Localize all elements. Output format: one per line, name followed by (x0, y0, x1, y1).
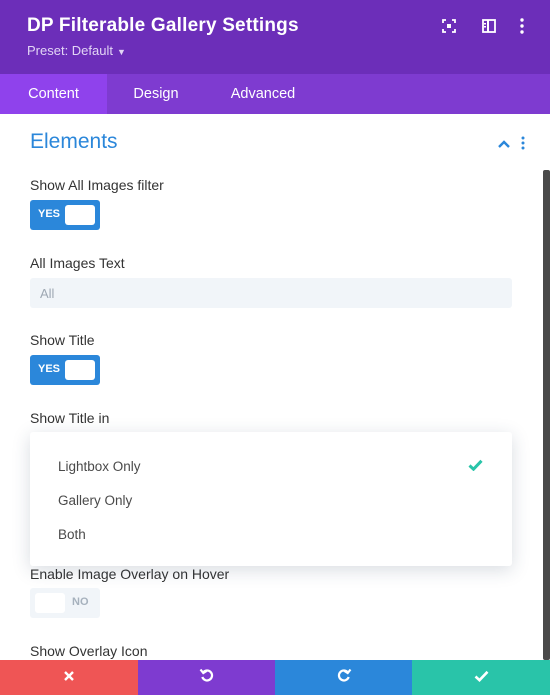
section-title[interactable]: Elements (30, 130, 118, 154)
settings-content[interactable]: Elements Show All Images filter YES All … (0, 114, 550, 660)
all-images-text-label: All Images Text (30, 255, 125, 271)
close-icon (63, 669, 75, 687)
preset-selector[interactable]: Preset: Default ▼ (27, 43, 126, 58)
toggle-knob (35, 593, 65, 613)
toggle-state-text: YES (38, 208, 61, 220)
discard-button[interactable] (0, 660, 138, 695)
show-all-images-label: Show All Images filter (30, 177, 164, 193)
toggle-knob (65, 205, 95, 225)
show-title-toggle[interactable]: YES (30, 355, 100, 385)
sidebar-toggle-icon[interactable] (480, 17, 498, 35)
section-options-icon[interactable] (520, 136, 534, 152)
show-title-in-label: Show Title in (30, 410, 110, 426)
settings-header: DP Filterable Gallery Settings Preset: D… (0, 0, 550, 74)
undo-icon (199, 667, 215, 688)
check-icon (474, 669, 489, 687)
toggle-state-text: YES (38, 363, 61, 375)
dropdown-option-both[interactable]: Both (58, 527, 86, 542)
enable-overlay-label: Enable Image Overlay on Hover (30, 566, 230, 582)
toggle-state-text: NO (72, 596, 89, 608)
dropdown-option-lightbox-only[interactable]: Lightbox Only (58, 459, 141, 474)
enable-overlay-toggle[interactable]: NO (30, 588, 100, 618)
fullscreen-icon[interactable] (440, 17, 458, 35)
scrollbar[interactable] (543, 170, 550, 660)
settings-tabs: Content Design Advanced (0, 74, 550, 114)
tab-design[interactable]: Design (107, 74, 205, 114)
tab-content[interactable]: Content (0, 74, 107, 114)
undo-button[interactable] (138, 660, 275, 695)
redo-icon (336, 667, 352, 688)
caret-down-icon: ▼ (117, 47, 126, 57)
dropdown-option-gallery-only[interactable]: Gallery Only (58, 493, 132, 508)
preset-label: Preset: Default (27, 43, 113, 58)
modal-title: DP Filterable Gallery Settings (27, 15, 299, 36)
show-all-images-toggle[interactable]: YES (30, 200, 100, 230)
redo-button[interactable] (275, 660, 412, 695)
save-button[interactable] (412, 660, 550, 695)
footer-actions (0, 660, 550, 695)
check-icon (468, 458, 484, 472)
all-images-text-input[interactable] (30, 278, 512, 308)
show-overlay-icon-label: Show Overlay Icon (30, 643, 148, 659)
show-title-in-dropdown[interactable]: Lightbox Only Gallery Only Both (30, 432, 512, 566)
chevron-up-icon[interactable] (497, 136, 513, 150)
tab-advanced[interactable]: Advanced (205, 74, 321, 114)
show-title-label: Show Title (30, 332, 95, 348)
more-vertical-icon[interactable] (513, 17, 531, 35)
toggle-knob (65, 360, 95, 380)
